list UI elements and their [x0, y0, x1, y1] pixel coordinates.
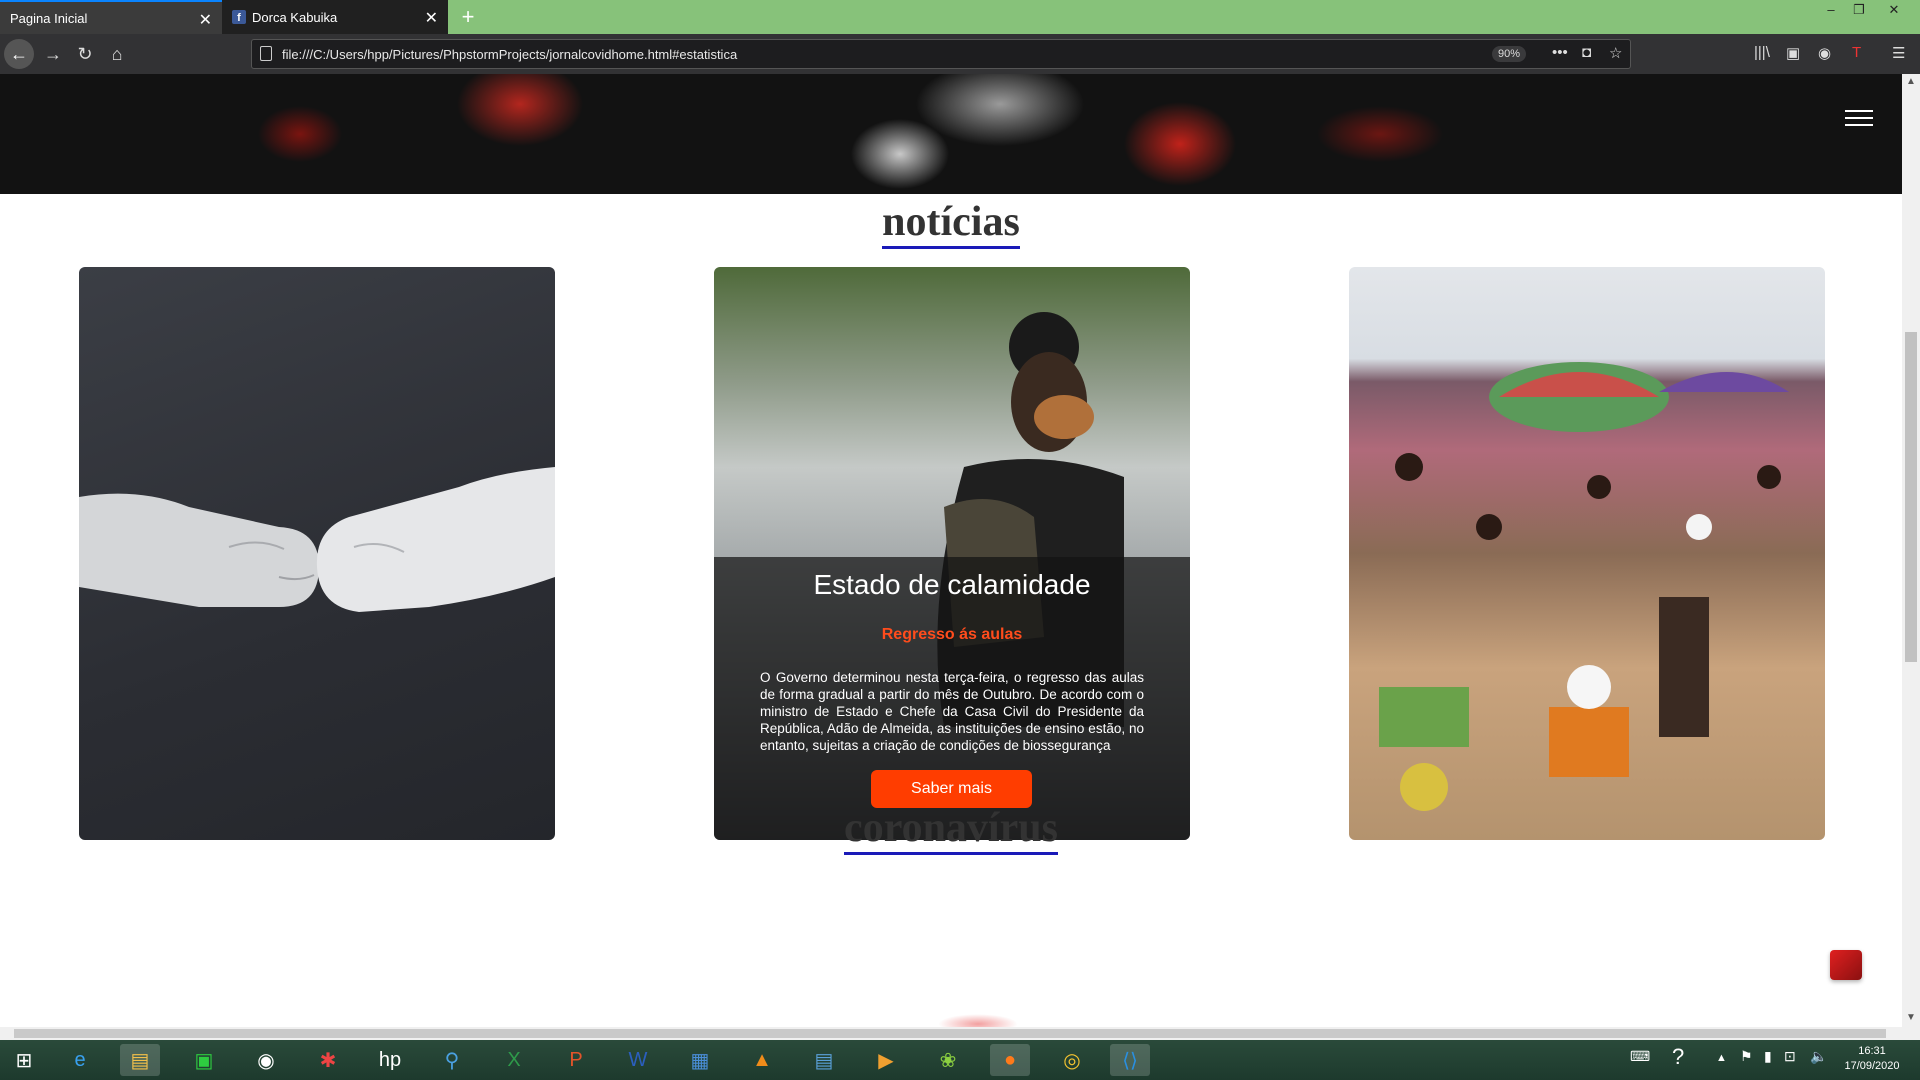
volume-icon[interactable]: 🔈: [1810, 1048, 1827, 1065]
hero-banner: [0, 74, 1902, 194]
sidebar-icon[interactable]: ▣: [1786, 44, 1800, 62]
tab-label: Dorca Kabuika: [252, 9, 338, 25]
scrollbar-thumb[interactable]: [1905, 332, 1917, 662]
home-icon[interactable]: ⌂: [102, 39, 132, 69]
firefox-icon[interactable]: ●: [990, 1044, 1030, 1076]
battery-icon[interactable]: ▮: [1764, 1048, 1772, 1065]
scroll-up-icon[interactable]: ▲: [1906, 76, 1916, 87]
news-section-title: notícias: [0, 198, 1902, 249]
calculator-icon[interactable]: ▤: [804, 1044, 844, 1076]
windows-taskbar: ⊞ e ▤ ▣ ◉ ✱ hp ⚲ X P W ▦ ▲ ▤ ▶ ❀ ● ◎ ⟨⟩ …: [0, 1040, 1920, 1080]
market-crowd-image: [1379, 362, 1789, 811]
back-icon[interactable]: ←: [4, 39, 34, 69]
vscode-icon[interactable]: ⟨⟩: [1110, 1044, 1150, 1076]
card-title: Estado de calamidade: [813, 569, 1091, 600]
powerpoint-icon[interactable]: P: [556, 1044, 596, 1076]
saber-mais-button[interactable]: Saber mais: [871, 770, 1032, 808]
hp-icon[interactable]: hp: [370, 1044, 410, 1076]
zoom-level[interactable]: 90%: [1492, 46, 1527, 62]
news-card-featured[interactable]: Estado de calamidade Regresso ás aulas O…: [714, 267, 1190, 840]
new-tab-icon[interactable]: +: [456, 4, 480, 30]
corona-section-title: coronavírus: [0, 804, 1902, 855]
back-to-top-button[interactable]: [1830, 950, 1862, 980]
facebook-icon: f: [232, 10, 246, 24]
decorative-blob: [938, 1014, 1018, 1027]
network-icon[interactable]: ⊡: [1784, 1048, 1796, 1065]
reload-icon[interactable]: ↻: [70, 39, 100, 69]
clock-time: 16:31: [1858, 1045, 1886, 1057]
document-icon[interactable]: ▦: [680, 1044, 720, 1076]
page-actions-icon[interactable]: •••: [1552, 44, 1568, 61]
forward-icon[interactable]: →: [38, 39, 68, 69]
page-viewport: notícias Estado de calamidade Regresso á…: [0, 74, 1902, 1027]
tab-label: Pagina Inicial: [10, 10, 88, 26]
url-text[interactable]: file:///C:/Users/hpp/Pictures/PhpstormPr…: [282, 47, 737, 62]
flag-icon[interactable]: ⚑: [1740, 1048, 1753, 1065]
pocket-icon[interactable]: ◘: [1582, 44, 1591, 61]
navigation-toolbar: ← → ↻ ⌂ file:///C:/Users/hpp/Pictures/Ph…: [0, 34, 1920, 74]
tab-dorca-kabuika[interactable]: f Dorca Kabuika ✕: [222, 0, 448, 34]
card-subtitle: Regresso ás aulas: [881, 626, 1023, 643]
keyboard-icon[interactable]: ⌨: [1630, 1048, 1650, 1065]
app-icon[interactable]: ❀: [928, 1044, 968, 1076]
chrome-icon[interactable]: ◎: [1052, 1044, 1092, 1076]
scrollbar-thumb[interactable]: [14, 1029, 1886, 1038]
url-bar[interactable]: file:///C:/Users/hpp/Pictures/PhpstormPr…: [251, 39, 1631, 69]
paint-icon[interactable]: ✱: [308, 1044, 348, 1076]
page-icon: [260, 46, 272, 61]
gloves-fist-bump-image: [79, 467, 555, 612]
scroll-down-icon[interactable]: ▼: [1906, 1012, 1916, 1023]
tab-pagina-inicial[interactable]: Pagina Inicial ✕: [0, 0, 222, 34]
vlc-icon[interactable]: ▲: [742, 1044, 782, 1076]
bookmark-star-icon[interactable]: ☆: [1609, 44, 1622, 62]
file-explorer-icon[interactable]: ▤: [120, 1044, 160, 1076]
news-card-market[interactable]: [1349, 267, 1825, 840]
card-text: O Governo determinou nesta terça-feira, …: [760, 670, 1144, 753]
camera-icon[interactable]: ◉: [246, 1044, 286, 1076]
account-icon[interactable]: ◉: [1818, 44, 1831, 62]
tab-bar: Pagina Inicial ✕ f Dorca Kabuika ✕ + – ❐…: [0, 0, 1920, 34]
hamburger-menu-icon[interactable]: [1845, 110, 1873, 128]
search-icon[interactable]: ⚲: [432, 1044, 472, 1076]
horizontal-scrollbar[interactable]: [0, 1027, 1920, 1040]
vertical-scrollbar[interactable]: ▲ ▼: [1902, 74, 1920, 1027]
media-player-icon[interactable]: ▶: [866, 1044, 906, 1076]
minimize-icon[interactable]: –: [1817, 2, 1845, 17]
news-card-gloves[interactable]: [79, 267, 555, 840]
excel-icon[interactable]: X: [494, 1044, 534, 1076]
restore-icon[interactable]: ❐: [1845, 2, 1873, 18]
internet-explorer-icon[interactable]: e: [60, 1044, 100, 1076]
help-icon[interactable]: ?: [1672, 1044, 1684, 1070]
close-tab-icon[interactable]: ✕: [425, 8, 438, 28]
library-icon[interactable]: |||\: [1754, 44, 1770, 61]
menu-icon[interactable]: ☰: [1892, 44, 1905, 62]
close-tab-icon[interactable]: ✕: [199, 10, 212, 30]
tray-chevron-icon[interactable]: ▲: [1716, 1052, 1727, 1064]
system-clock[interactable]: 16:31 17/09/2020: [1842, 1044, 1902, 1074]
store-icon[interactable]: ▣: [184, 1044, 224, 1076]
close-window-icon[interactable]: ✕: [1880, 2, 1908, 18]
extension-icon[interactable]: T: [1852, 44, 1861, 61]
word-icon[interactable]: W: [618, 1044, 658, 1076]
start-windows-icon[interactable]: ⊞: [4, 1044, 44, 1076]
clock-date: 17/09/2020: [1844, 1060, 1900, 1072]
